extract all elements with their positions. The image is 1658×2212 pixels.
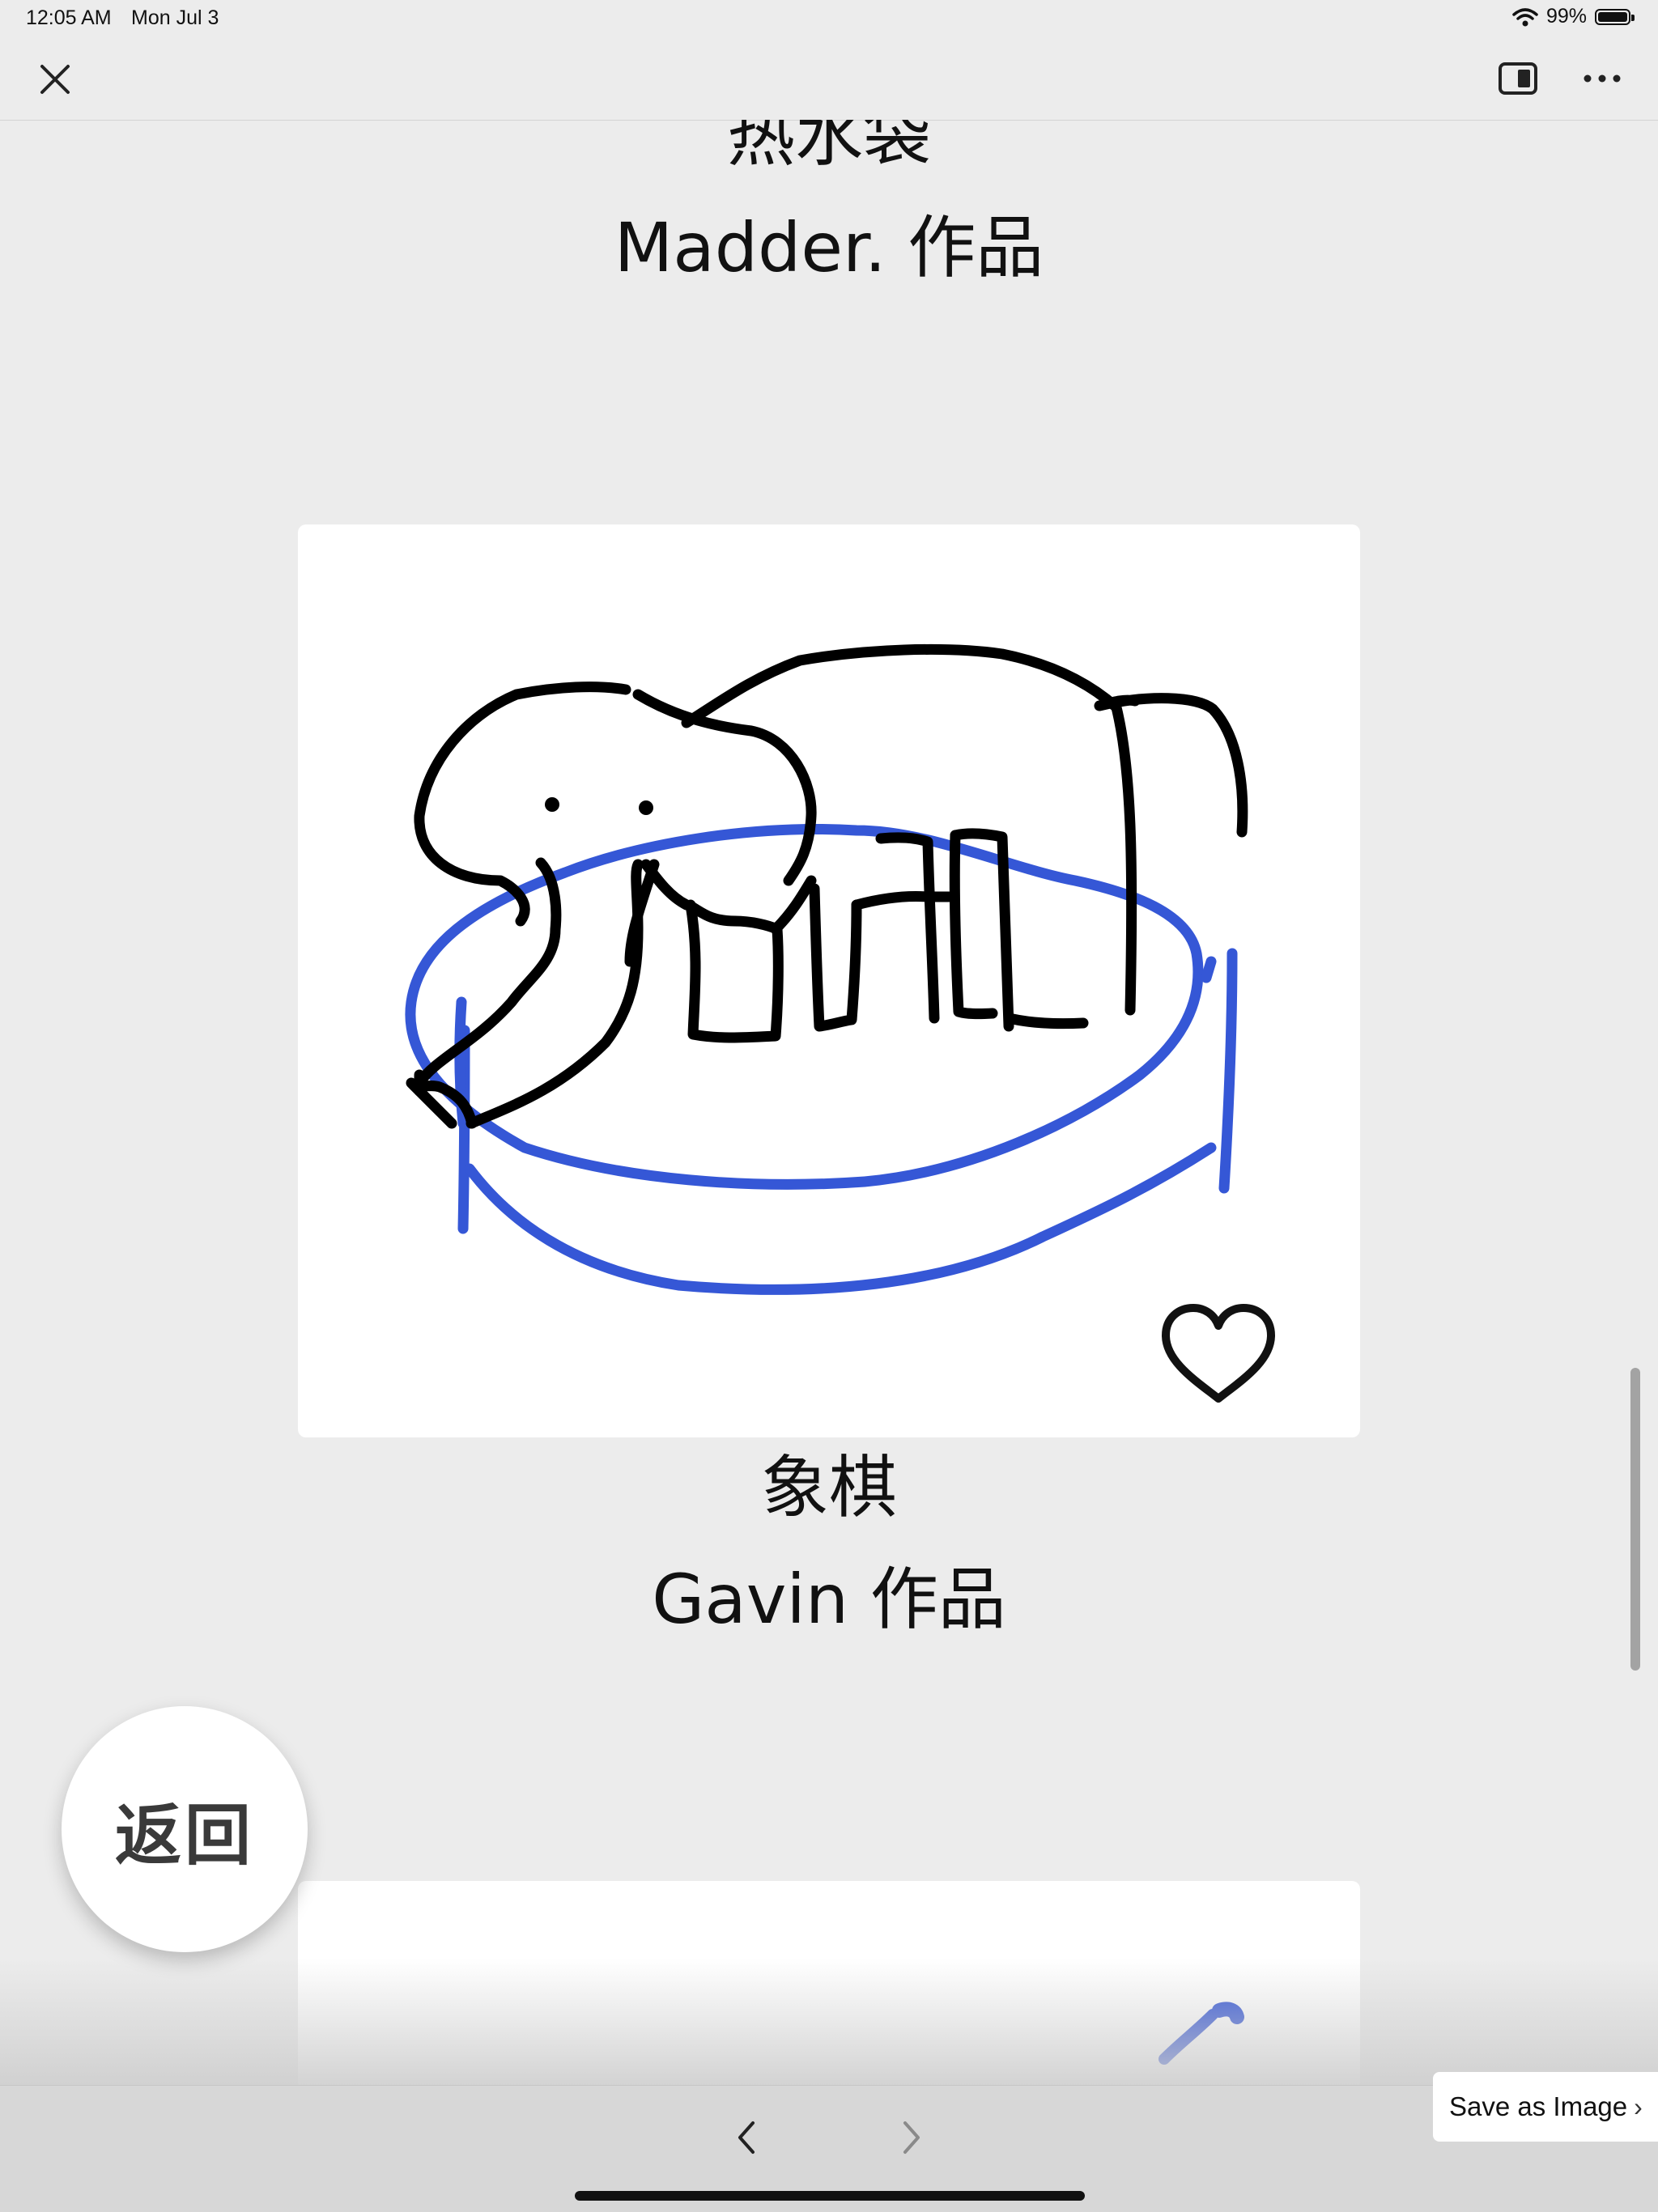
battery-icon <box>1595 8 1635 25</box>
close-icon[interactable] <box>32 57 78 102</box>
home-indicator[interactable] <box>575 2191 1085 2201</box>
status-date: Mon Jul 3 <box>131 6 219 29</box>
artwork-title: 象棋 <box>760 1448 897 1527</box>
artwork-drawing <box>405 643 1248 1295</box>
scrollbar[interactable] <box>1630 1368 1640 1671</box>
back-button-label: 返回 <box>114 1797 254 1874</box>
save-as-image-button[interactable]: Save as Image › <box>1433 2072 1658 2142</box>
status-time: 12:05 AM <box>26 6 112 29</box>
artwork-author: Gavin 作品 <box>652 1560 1006 1639</box>
status-indicators: 99% <box>1512 5 1635 28</box>
wifi-icon <box>1512 7 1538 26</box>
artwork-card[interactable] <box>298 524 1360 1437</box>
chevron-right-icon[interactable] <box>891 2115 931 2160</box>
bottom-toolbar <box>0 2085 1658 2212</box>
save-as-image-label: Save as Image <box>1449 2091 1628 2121</box>
top-toolbar <box>0 37 1658 121</box>
heart-icon[interactable] <box>1158 1301 1279 1407</box>
artwork-title: 热水袋 <box>726 120 931 176</box>
artwork-author: Madder. 作品 <box>614 208 1044 287</box>
back-button[interactable]: 返回 <box>62 1706 308 1952</box>
battery-percent: 99% <box>1545 5 1587 28</box>
status-bar: 12:05 AM Mon Jul 3 99% <box>0 0 1658 37</box>
more-icon[interactable] <box>1580 62 1624 96</box>
sidebar-toggle-icon[interactable] <box>1498 62 1538 96</box>
bottom-fade <box>0 1959 1658 2088</box>
chevron-right-icon: › <box>1634 2091 1643 2121</box>
battery-level <box>1598 11 1627 22</box>
chevron-left-icon[interactable] <box>727 2115 767 2160</box>
